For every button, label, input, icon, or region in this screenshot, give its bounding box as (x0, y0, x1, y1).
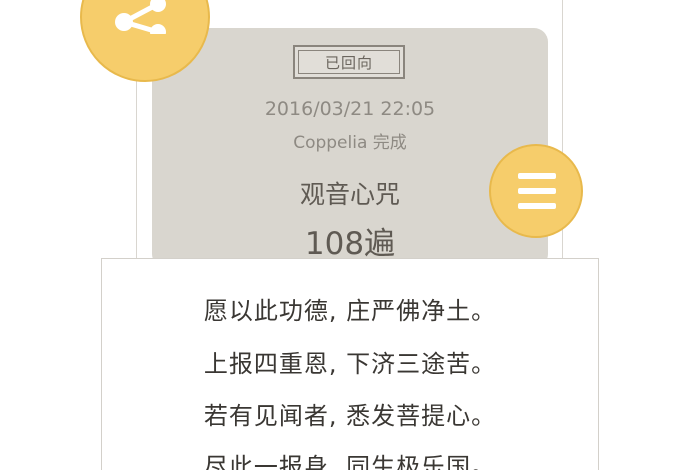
menu-icon-bar (518, 203, 556, 209)
dedication-screen: 已回向 2016/03/21 22:05 Coppelia 完成 观音心咒 10… (0, 0, 700, 470)
verse-line: 尽此一报身, 同生极乐国。 (203, 453, 497, 470)
menu-icon-bar (518, 188, 556, 194)
verse-line: 上报四重恩, 下济三途苦。 (203, 350, 497, 378)
menu-icon-bar (518, 173, 556, 179)
repeat-count: 108遍 (304, 226, 396, 262)
share-icon (115, 0, 166, 34)
verse-line: 若有见闻者, 悉发菩提心。 (203, 402, 497, 430)
record-timestamp: 2016/03/21 22:05 (264, 98, 436, 120)
dedicated-status-badge: 已回向 (293, 45, 405, 79)
completed-by-text: Coppelia 完成 (293, 133, 407, 153)
menu-button[interactable] (489, 144, 583, 238)
verse-line: 愿以此功德, 庄严佛净土。 (203, 297, 497, 325)
status-badge-label: 已回向 (324, 53, 373, 72)
